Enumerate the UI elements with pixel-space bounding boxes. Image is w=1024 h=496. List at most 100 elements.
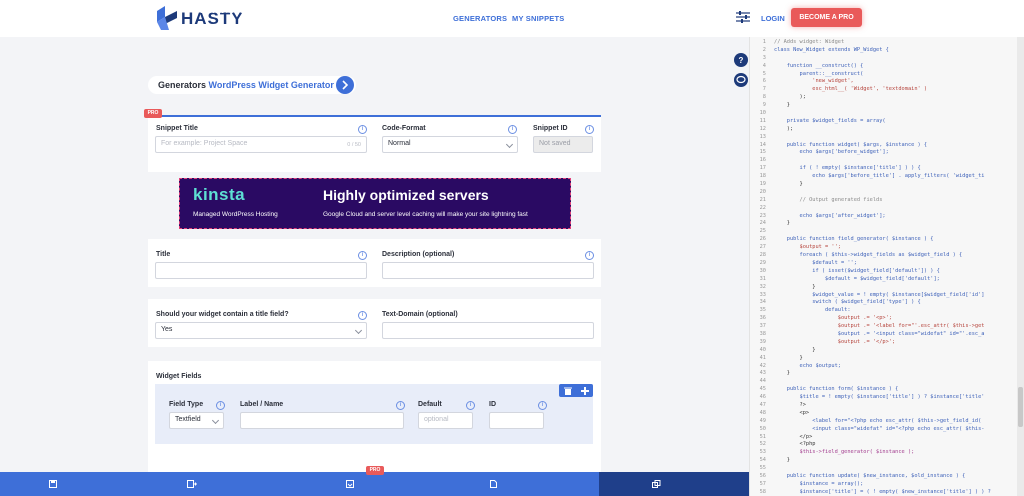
line-number: 55 bbox=[759, 465, 766, 472]
snippet-title-input[interactable]: For example: Project Space 0 / 50 bbox=[155, 136, 367, 153]
line-text: echo $args['after_widget']; bbox=[774, 212, 886, 219]
line-text: } bbox=[774, 283, 816, 290]
code-scrollbar[interactable] bbox=[1017, 37, 1024, 496]
line-number: 43 bbox=[759, 370, 766, 377]
pro-badge: PRO bbox=[144, 109, 162, 118]
title-field-select[interactable]: Yes bbox=[155, 322, 367, 339]
code-line: 56 public function update( $new_instance… bbox=[750, 473, 1024, 481]
create-new-snippet-button[interactable]: Create new snippet bbox=[501, 8, 561, 15]
line-number: 6 bbox=[762, 78, 766, 85]
info-icon[interactable]: i bbox=[585, 251, 594, 260]
line-text: echo $args['before_widget']; bbox=[774, 149, 889, 156]
code-line: 36 $output .= '<p>'; bbox=[750, 315, 1024, 323]
code-format-select[interactable]: Normal bbox=[382, 136, 518, 153]
line-number: 54 bbox=[759, 457, 766, 464]
line-text: $this->field_generator( $instance ); bbox=[774, 449, 915, 456]
code-line: 45 public function form( $instance ) { bbox=[750, 386, 1024, 394]
line-number: 53 bbox=[759, 449, 766, 456]
line-number: 40 bbox=[759, 346, 766, 353]
line-number: 24 bbox=[759, 220, 766, 227]
line-number: 3 bbox=[762, 54, 766, 61]
line-number: 10 bbox=[759, 110, 766, 117]
field-type-header: Field Type bbox=[169, 401, 204, 408]
copy-code-button[interactable] bbox=[599, 472, 749, 496]
line-text: } bbox=[774, 370, 790, 377]
code-line: 58 $instance['title'] = ( ! empty( $new_… bbox=[750, 489, 1024, 496]
save-as-new-snippet-button[interactable]: Save as new snippet bbox=[200, 8, 264, 15]
login-link[interactable]: LOGIN bbox=[761, 14, 785, 23]
line-number: 38 bbox=[759, 330, 766, 337]
info-icon[interactable]: i bbox=[466, 401, 475, 410]
scrollbar-thumb[interactable] bbox=[1018, 387, 1023, 427]
settings-sliders-icon[interactable] bbox=[736, 11, 750, 23]
info-icon[interactable]: i bbox=[538, 401, 547, 410]
chat-bubble-icon bbox=[736, 75, 746, 84]
field-type-select[interactable]: Textfield bbox=[169, 412, 224, 429]
line-text: </p> bbox=[774, 433, 813, 440]
info-icon[interactable]: i bbox=[358, 311, 367, 320]
line-number: 5 bbox=[762, 70, 766, 77]
line-text: } bbox=[774, 181, 803, 188]
info-icon[interactable]: i bbox=[585, 125, 594, 134]
snippet-title-placeholder: For example: Project Space bbox=[161, 140, 248, 147]
plus-icon[interactable] bbox=[580, 386, 590, 396]
code-line: 4 function __construct() { bbox=[750, 63, 1024, 71]
line-text: <p> bbox=[774, 409, 810, 416]
info-icon[interactable]: i bbox=[508, 125, 517, 134]
info-icon[interactable]: i bbox=[358, 125, 367, 134]
breadcrumb-page: WordPress Widget Generator bbox=[208, 80, 334, 90]
line-number: 48 bbox=[759, 409, 766, 416]
line-text: if ( ! empty( $instance['title'] ) ) { bbox=[774, 165, 921, 172]
code-line: 53 $this->field_generator( $instance ); bbox=[750, 449, 1024, 457]
description-input[interactable] bbox=[382, 262, 594, 279]
nav-my-snippets-link[interactable]: MY SNIPPETS bbox=[512, 14, 565, 23]
trash-icon[interactable] bbox=[563, 386, 573, 396]
line-number: 14 bbox=[759, 141, 766, 148]
ad-headline: Highly optimized servers bbox=[323, 187, 489, 203]
line-text: <input class="widefat" id="<?php echo es… bbox=[774, 425, 985, 432]
id-input[interactable] bbox=[489, 412, 544, 429]
code-line: 51 </p> bbox=[750, 434, 1024, 442]
line-number: 33 bbox=[759, 291, 766, 298]
become-pro-button[interactable]: BECOME A PRO bbox=[791, 8, 862, 27]
breadcrumb-section[interactable]: Generators bbox=[158, 80, 206, 90]
line-number: 23 bbox=[759, 212, 766, 219]
info-icon[interactable]: i bbox=[358, 251, 367, 260]
text-domain-input[interactable] bbox=[382, 322, 594, 339]
code-preview-panel[interactable]: 1 // Adds widget: Widget 2 class New_Widget… bbox=[749, 37, 1024, 496]
line-number: 20 bbox=[759, 188, 766, 195]
line-number: 8 bbox=[762, 94, 766, 101]
code-line: 41 } bbox=[750, 355, 1024, 363]
line-text: $output .= '<p>'; bbox=[774, 315, 892, 322]
code-format-label: Code-Format bbox=[382, 125, 426, 132]
line-number: 44 bbox=[759, 378, 766, 385]
info-icon[interactable]: i bbox=[396, 401, 405, 410]
line-text: public function widget( $args, $instance… bbox=[774, 141, 928, 148]
line-text: esc_html__( 'Widget', 'textdomain' ) bbox=[774, 86, 928, 93]
chat-button[interactable] bbox=[734, 73, 748, 87]
line-text: 'new_widget', bbox=[774, 78, 854, 85]
line-number: 7 bbox=[762, 86, 766, 93]
line-number: 21 bbox=[759, 196, 766, 203]
code-line: 38 $output .= '<input class="widefat" id… bbox=[750, 331, 1024, 339]
line-text: $output .= '<label for="'.esc_attr( $thi… bbox=[774, 323, 985, 330]
widget-title-input[interactable] bbox=[155, 262, 367, 279]
kinsta-ad-banner[interactable]: kinsta Managed WordPress Hosting Highly … bbox=[179, 178, 571, 229]
default-input[interactable]: optional bbox=[418, 412, 473, 429]
code-line: 10 bbox=[750, 110, 1024, 118]
line-number: 52 bbox=[759, 441, 766, 448]
save-snippet-button[interactable]: Save snippet bbox=[61, 8, 101, 15]
chevron-down-icon bbox=[211, 416, 220, 425]
code-line: 24 } bbox=[750, 220, 1024, 228]
code-line: 34 switch ( $widget_field['type'] ) { bbox=[750, 299, 1024, 307]
nav-generators-link[interactable]: GENERATORS bbox=[453, 14, 507, 23]
line-text: $output .= '</p>'; bbox=[774, 338, 896, 345]
info-icon[interactable]: i bbox=[216, 401, 225, 410]
load-snippet-button[interactable]: Load a snippet bbox=[359, 8, 405, 15]
code-line: 16 bbox=[750, 157, 1024, 165]
help-button[interactable]: ? bbox=[734, 53, 748, 67]
line-number: 30 bbox=[759, 267, 766, 274]
line-text: function __construct() { bbox=[774, 62, 864, 69]
breadcrumb-next-button[interactable] bbox=[336, 76, 354, 94]
label-name-input[interactable] bbox=[240, 412, 404, 429]
